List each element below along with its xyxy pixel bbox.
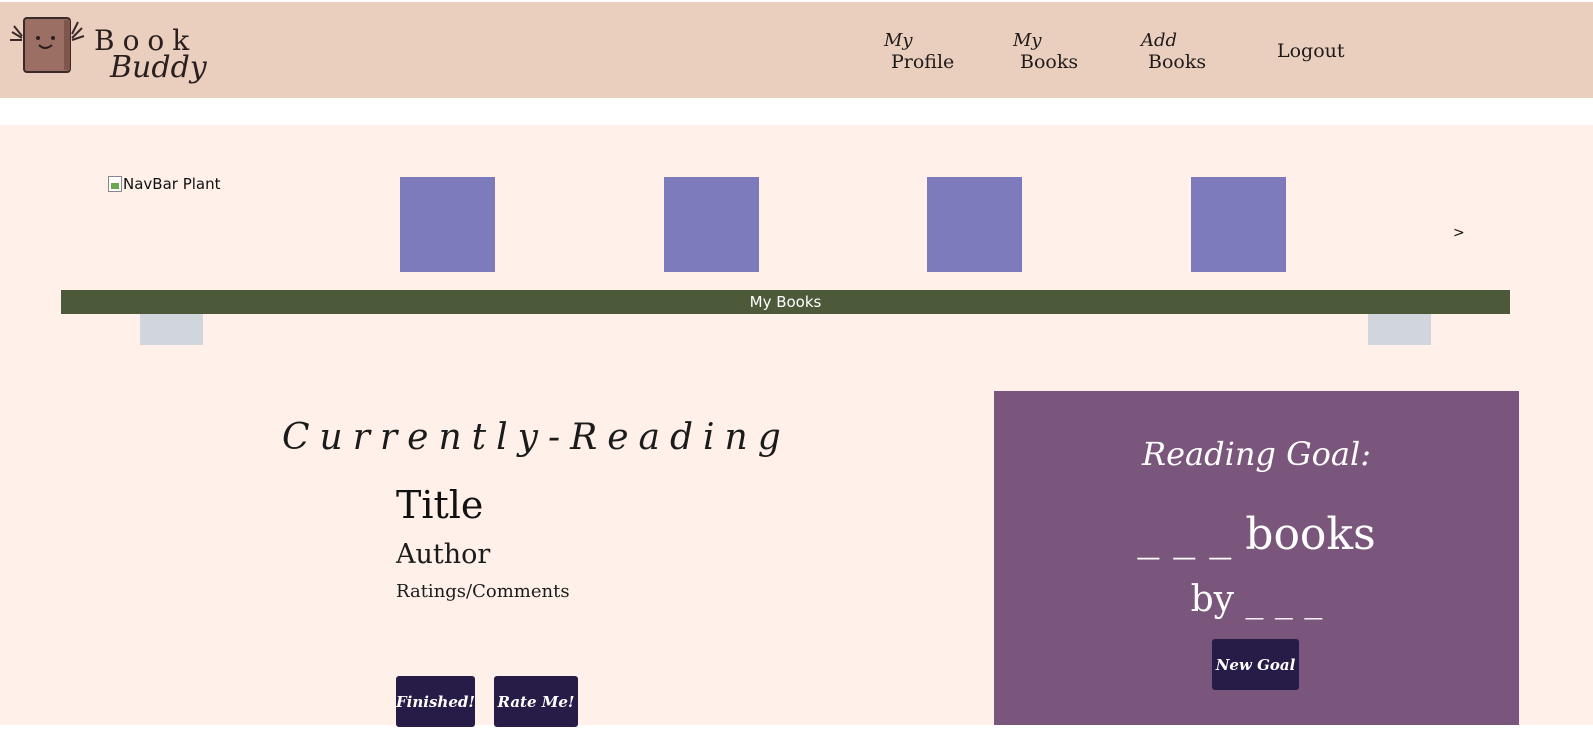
currently-reading-heading: Currently-Reading xyxy=(282,417,791,458)
book-author: Author xyxy=(396,539,491,570)
shelf-book-2[interactable] xyxy=(664,177,759,272)
book-title: Title xyxy=(396,483,484,527)
nav-my-profile[interactable]: My Profile xyxy=(884,32,954,74)
reading-goal-heading: Reading Goal: xyxy=(1141,435,1371,473)
shelf-board: My Books xyxy=(61,290,1510,314)
logo-text-buddy: Buddy xyxy=(110,50,207,85)
nav-my-profile-prefix: My xyxy=(884,30,913,51)
logo[interactable]: Book Buddy xyxy=(8,12,208,92)
nav-logout[interactable]: Logout xyxy=(1277,40,1345,62)
shelf-leg-left xyxy=(140,314,203,345)
reading-goal-count: _ _ _ books xyxy=(1137,509,1376,560)
nav-my-profile-label: Profile xyxy=(891,51,955,73)
nav-my-books-prefix: My xyxy=(1013,30,1042,51)
book-mascot-icon xyxy=(10,17,85,73)
navbar-plant-alt-text: NavBar Plant xyxy=(123,175,221,193)
main-content: NavBar Plant > My Books Currently-Readin… xyxy=(0,125,1593,727)
broken-image-icon xyxy=(108,176,122,192)
shelf-book-4[interactable] xyxy=(1191,177,1286,272)
nav-add-books-prefix: Add xyxy=(1141,30,1178,51)
new-goal-button[interactable]: New Goal xyxy=(1212,639,1299,690)
book-ratings-comments: Ratings/Comments xyxy=(396,581,570,602)
shelf-book-1[interactable] xyxy=(400,177,495,272)
nav-add-books[interactable]: Add Books xyxy=(1141,32,1206,74)
site-header: Book Buddy My Profile My Books Add Books… xyxy=(0,2,1593,98)
nav-my-books[interactable]: My Books xyxy=(1013,32,1078,74)
shelf-leg-right xyxy=(1368,314,1431,345)
finished-button[interactable]: Finished! xyxy=(396,676,475,727)
shelf-book-3[interactable] xyxy=(927,177,1022,272)
reading-goal-panel: Reading Goal: _ _ _ books by _ _ _ New G… xyxy=(994,391,1519,725)
reading-goal-deadline: by _ _ _ xyxy=(1190,579,1323,620)
navbar-plant-image: NavBar Plant xyxy=(108,175,221,193)
shelf-next-arrow[interactable]: > xyxy=(1453,225,1465,241)
nav-my-books-label: Books xyxy=(1020,51,1079,73)
rate-me-button[interactable]: Rate Me! xyxy=(494,676,578,727)
nav-add-books-label: Books xyxy=(1148,51,1207,73)
